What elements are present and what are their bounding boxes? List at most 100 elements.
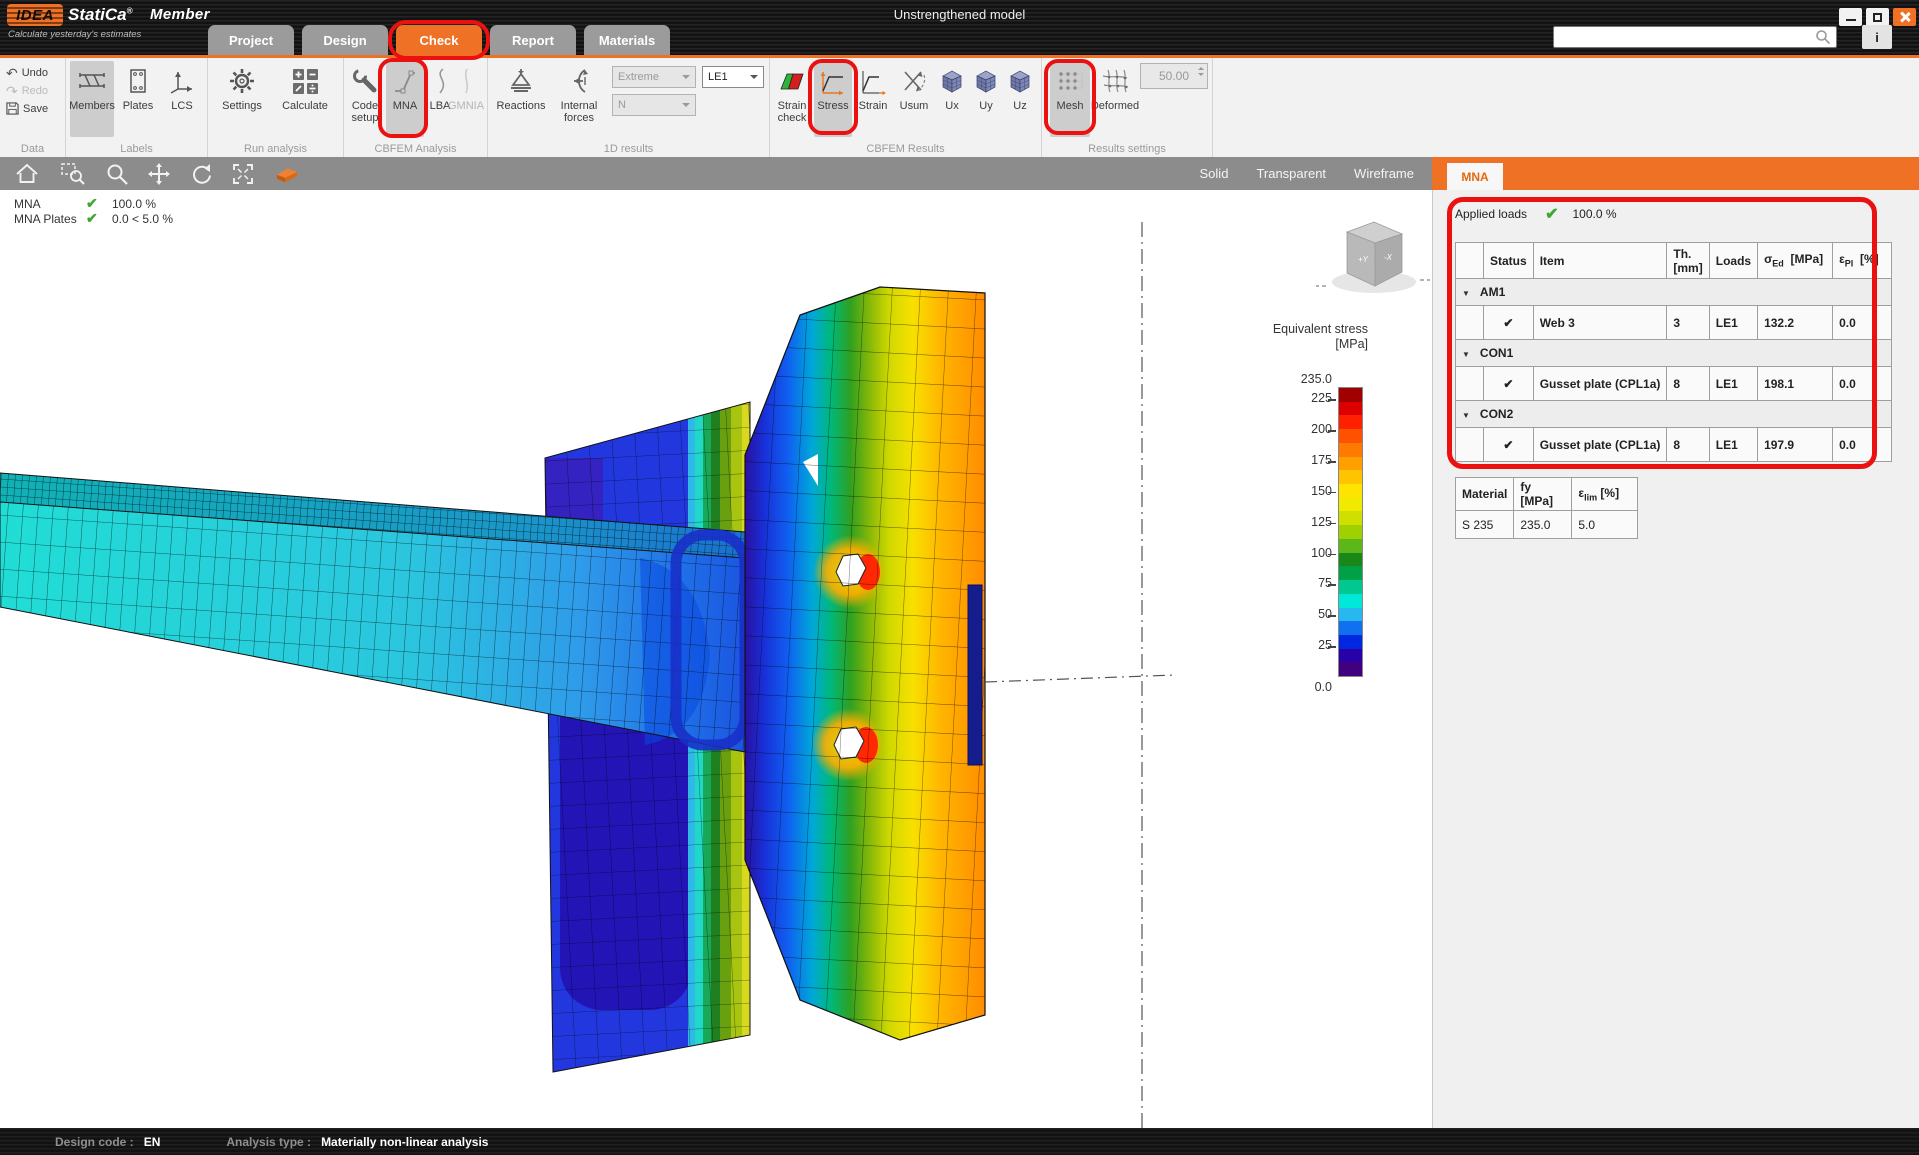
internal-forces-icon [565,64,593,98]
tab-mna-results[interactable]: MNA [1447,163,1503,190]
home-view-icon[interactable] [14,161,40,187]
group-row-con2[interactable]: ▼CON2 [1456,401,1892,428]
mna-icon [392,64,418,98]
legend-tick-label: 175 [1292,453,1332,467]
chevron-down-icon [682,75,690,83]
render-mode-solid[interactable]: Solid [1200,166,1229,181]
load-case-dropdown[interactable]: LE1 [702,66,764,88]
search-box[interactable] [1553,26,1837,48]
ribbon-group-results-settings: Mesh Deformed 50.00 Results settings [1042,58,1213,157]
tab-project[interactable]: Project [208,25,294,55]
brand-name: StatiCa® [68,5,132,25]
spinner-arrows-icon [1198,66,1204,79]
settings-gear-icon [228,64,256,98]
results-table-header: Status Item Th.[mm] Loads σEd [MPa] εPl … [1456,243,1892,279]
usum-button[interactable]: Usum [894,61,934,137]
results-table: Status Item Th.[mm] Loads σEd [MPa] εPl … [1455,242,1892,462]
save-button[interactable]: Save [6,100,48,117]
ribbon-group-labels: Members Plates LCS Labels [66,58,208,157]
end-plate-edge [968,585,982,765]
rotate-icon[interactable] [188,161,214,187]
status-row-mna-plates: MNA Plates ✔ 0.0 < 5.0 % [14,211,173,226]
close-icon [1899,11,1911,23]
legend-tick-mark [1328,646,1336,648]
tab-check[interactable]: Check [396,25,482,55]
pan-icon[interactable] [146,161,172,187]
ribbon-group-1d-results: Reactions Internal forces Extreme N LE1 … [488,58,770,157]
deformed-button[interactable]: Deformed [1092,61,1138,137]
strain-icon [859,64,887,98]
search-icon [1815,29,1831,45]
mesh-button[interactable]: Mesh [1050,61,1090,137]
zoom-fit-icon[interactable] [230,161,256,187]
search-input[interactable] [1554,30,1815,44]
table-row[interactable]: ✔ Gusset plate (CPL1a) 8 LE1 198.1 0.0 [1456,367,1892,401]
app-name: Member [150,6,210,23]
redo-icon: ↷ [6,84,18,98]
settings-button[interactable]: Settings [216,61,268,137]
reactions-button[interactable]: Reactions [492,61,550,137]
ribbon-group-cbfem-analysis: Code setup MNA LBA GMNIA CBFEM Analysis [344,58,488,157]
members-icon [78,64,106,98]
plates-icon [126,64,150,98]
zoom-window-icon[interactable] [60,161,86,187]
undo-button[interactable]: ↶Undo [6,64,48,81]
uz-button[interactable]: Uz [1004,61,1036,137]
strain-check-button[interactable]: Strain check [772,61,812,137]
table-row[interactable]: S 235 235.0 5.0 [1456,511,1638,539]
table-row[interactable]: ✔ Gusset plate (CPL1a) 8 LE1 197.9 0.0 [1456,428,1892,462]
collapse-triangle-icon[interactable]: ▼ [1462,289,1470,298]
save-icon [6,102,19,115]
strain-button[interactable]: Strain [854,61,892,137]
collapse-triangle-icon[interactable]: ▼ [1462,350,1470,359]
lcs-icon [169,64,195,98]
render-mode-switch: Solid Transparent Wireframe [1200,166,1414,181]
material-table-header: Material fy [MPa] εlim [%] [1456,478,1638,511]
mesh-icon [1056,64,1084,98]
model-viewport[interactable]: +Y -X MNA ✔ 100.0 % MNA Plates ✔ 0.0 < 5… [0,190,1432,1128]
analysis-status-overlay: MNA ✔ 100.0 % MNA Plates ✔ 0.0 < 5.0 % [14,196,173,226]
usum-icon [900,64,928,98]
ux-button[interactable]: Ux [936,61,968,137]
results-panel-header: MNA [1432,157,1919,190]
legend-tick-mark [1328,430,1336,432]
table-row[interactable]: ✔ Web 3 3 LE1 132.2 0.0 [1456,306,1892,340]
render-mode-wireframe[interactable]: Wireframe [1354,166,1414,181]
cube-label-x: -X [1384,253,1393,262]
minimize-button[interactable] [1839,8,1862,26]
tab-report[interactable]: Report [490,25,576,55]
tab-design[interactable]: Design [302,25,388,55]
plates-button[interactable]: Plates [118,61,158,137]
maximize-button[interactable] [1866,8,1889,26]
calculate-button[interactable]: Calculate [274,61,336,137]
ribbon: ↶Undo ↷Redo Save Data Members Plates LCS… [0,58,1919,157]
mna-button[interactable]: MNA [386,61,424,137]
chevron-down-icon [750,75,758,83]
lcs-button[interactable]: LCS [162,61,202,137]
status-check-icon: ✔ [1484,306,1534,340]
minimize-icon [1846,19,1856,21]
legend-tick-label: 225 [1292,391,1332,405]
members-button[interactable]: Members [70,61,114,137]
close-button[interactable] [1893,8,1916,26]
group-row-con1[interactable]: ▼CON1 [1456,340,1892,367]
tab-materials[interactable]: Materials [584,25,670,55]
stress-button[interactable]: Stress [814,61,852,137]
internal-forces-button[interactable]: Internal forces [552,61,606,137]
collapse-triangle-icon[interactable]: ▼ [1462,411,1470,420]
legend-tick-mark [1328,523,1336,525]
check-icon: ✔ [1545,204,1558,224]
render-mode-transparent[interactable]: Transparent [1256,166,1326,181]
uy-button[interactable]: Uy [970,61,1002,137]
maximize-icon [1873,13,1882,22]
info-button[interactable]: i [1862,25,1892,49]
group-row-am1[interactable]: ▼AM1 [1456,279,1892,306]
zoom-icon[interactable] [104,161,130,187]
clipping-brick-icon[interactable] [274,161,300,187]
status-bar: Design code : EN Analysis type : Materia… [0,1128,1919,1155]
navigation-cube[interactable]: +Y -X [1316,222,1430,293]
code-setup-button[interactable]: Code setup [346,61,384,137]
legend-tick-label: 75 [1292,576,1332,590]
model-3d[interactable]: +Y -X [0,190,1432,1128]
chevron-down-icon [682,103,690,111]
